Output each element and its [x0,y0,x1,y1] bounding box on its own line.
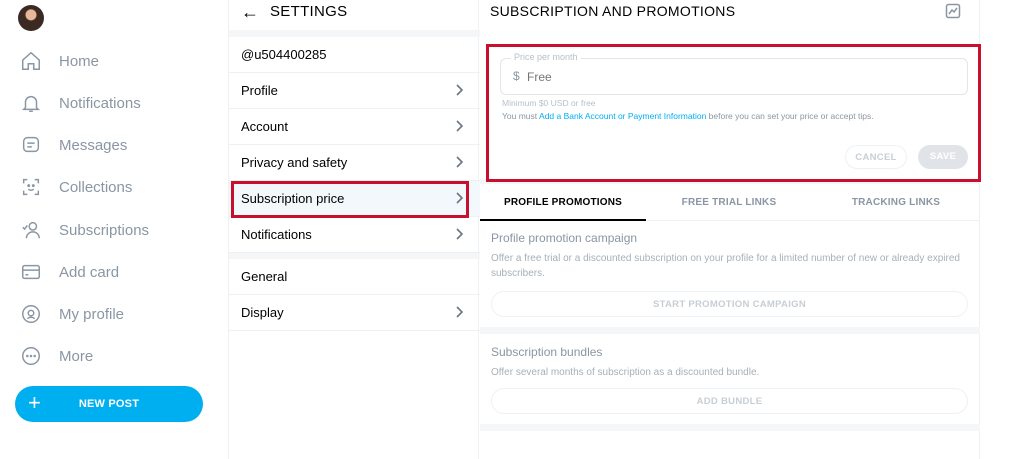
collections-icon [22,178,40,196]
tab-profile-promotions[interactable]: PROFILE PROMOTIONS [480,184,646,221]
settings-header: ← SETTINGS [229,0,480,30]
settings-item-label: Subscription price [241,191,345,206]
add-bundle-button[interactable]: ADD BUNDLE [491,388,968,414]
add-bank-account-link[interactable]: Add a Bank Account or Payment Informatio… [539,111,706,121]
card-icon [22,264,40,280]
settings-item-subscription-price[interactable]: Subscription price [229,181,480,217]
nav-item-messages[interactable]: Messages [20,130,127,160]
settings-item-label: Profile [241,83,278,98]
settings-item-label: Notifications [241,227,312,242]
home-icon [22,51,40,70]
nav-item-label: Add card [59,263,120,281]
profile-icon [22,305,40,323]
chevron-right-icon [452,191,466,205]
save-button[interactable]: SAVE [918,145,968,169]
new-post-label: NEW POST [78,398,140,410]
nav-item-label: More [59,347,94,365]
nav-item-collections[interactable]: Collections [20,172,132,202]
cancel-button[interactable]: CANCEL [845,145,907,169]
divider [480,424,980,431]
nav-item-label: Subscriptions [59,221,150,239]
bell-icon [21,95,41,112]
divider [229,30,480,37]
username: @u504400285 [241,47,327,62]
back-arrow-icon[interactable]: ← [241,2,259,23]
chevron-right-icon [452,155,466,169]
chevron-right-icon [452,305,466,319]
promotions-tabs: PROFILE PROMOTIONS FREE TRIAL LINKS TRAC… [480,184,980,221]
nav-item-add-card[interactable]: Add card [20,257,119,287]
bundles-title: Subscription bundles [491,345,603,359]
price-hint: Minimum $0 USD or free [502,98,596,108]
settings-item-profile[interactable]: Profile [229,73,480,109]
price-input[interactable] [527,67,927,87]
promotion-description: Offer a free trial or a discounted subsc… [491,253,960,279]
more-icon [22,347,40,365]
promotion-title: Profile promotion campaign [491,231,638,245]
settings-general-heading: General [229,259,480,295]
subscription-panel: SUBSCRIPTION AND PROMOTIONS Price per mo… [480,0,980,459]
settings-item-notifications[interactable]: Notifications [229,217,480,253]
nav-item-label: Collections [59,178,133,196]
settings-item-label: Privacy and safety [241,155,348,170]
payment-note: You must Add a Bank Account or Payment I… [502,111,874,121]
settings-item-label: Account [241,119,288,134]
settings-username: @u504400285 [229,37,480,73]
settings-column: ← SETTINGS @u504400285 Profile Account P… [228,0,480,459]
nav-item-label: My profile [59,305,125,323]
settings-item-privacy[interactable]: Privacy and safety [229,145,480,181]
chevron-right-icon [452,227,466,241]
main-nav: Home Notifications Messages Collections … [0,0,228,459]
currency-symbol: $ [513,69,520,83]
settings-title: SETTINGS [270,3,348,20]
settings-item-label: Display [241,305,284,320]
tab-tracking-links[interactable]: TRACKING LINKS [812,184,980,221]
nav-item-label: Home [59,52,100,70]
note-suffix: before you can set your price or accept … [706,111,874,121]
nav-item-label: Notifications [59,94,141,112]
nav-item-more[interactable]: More [20,341,93,371]
divider [480,327,980,334]
new-post-button[interactable]: + NEW POST [15,386,203,422]
panel-title: SUBSCRIPTION AND PROMOTIONS [490,3,736,19]
price-field-legend: Price per month [511,52,581,62]
subscriptions-icon [22,221,40,239]
statistics-icon[interactable] [945,3,961,19]
bundles-description: Offer several months of subscription as … [491,367,760,378]
tab-free-trial-links[interactable]: FREE TRIAL LINKS [646,184,812,221]
nav-item-notifications[interactable]: Notifications [20,88,141,118]
settings-item-display[interactable]: Display [229,295,480,331]
chevron-right-icon [452,83,466,97]
nav-item-my-profile[interactable]: My profile [20,299,124,329]
general-heading: General [241,269,288,284]
message-icon [22,136,40,153]
nav-item-label: Messages [59,136,128,154]
nav-item-subscriptions[interactable]: Subscriptions [20,215,149,245]
start-promotion-button[interactable]: START PROMOTION CAMPAIGN [491,291,968,317]
avatar[interactable] [18,5,44,31]
note-prefix: You must [502,111,540,121]
nav-item-home[interactable]: Home [20,46,99,76]
price-per-month-field[interactable]: Price per month $ [500,52,968,95]
chevron-right-icon [452,119,466,133]
settings-item-account[interactable]: Account [229,109,480,145]
